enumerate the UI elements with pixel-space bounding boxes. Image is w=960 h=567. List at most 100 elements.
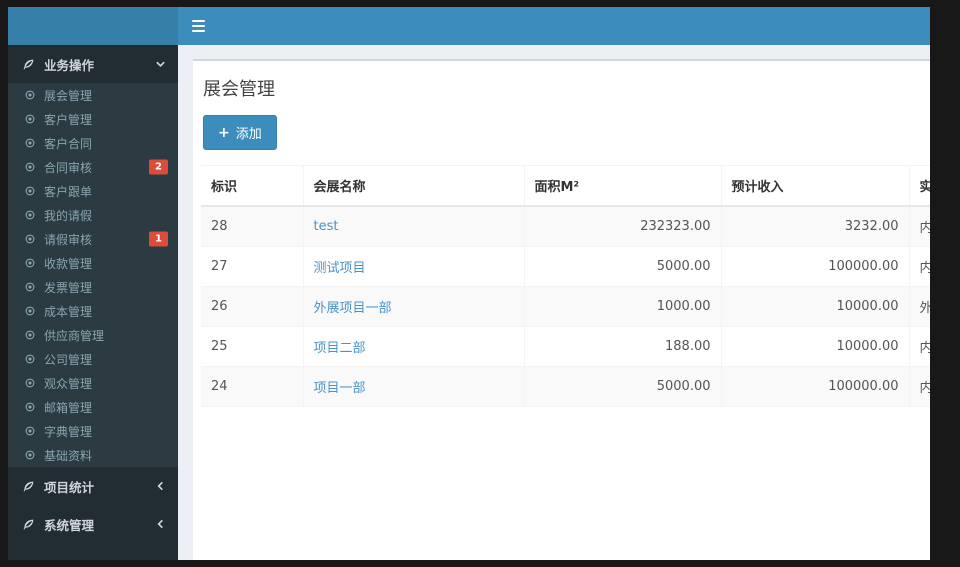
window-frame: 业务操作 展会管理 客户管理 客户合同 合同审核 2 客户跟单 我的请假 请假审… bbox=[0, 0, 960, 567]
cell-id: 28 bbox=[201, 206, 304, 247]
exhibition-link[interactable]: 测试项目 bbox=[314, 261, 366, 276]
dot-circle-icon bbox=[24, 353, 36, 365]
content-area: 展会管理 + 添加 标识 会展名称 面积M² 预计收入 实施部门 bbox=[178, 45, 930, 560]
sidebar-item-label: 收款管理 bbox=[44, 256, 93, 271]
column-header-income: 预计收入 bbox=[721, 165, 910, 207]
leaf-icon bbox=[22, 518, 35, 531]
dot-circle-icon bbox=[24, 257, 36, 269]
cell-income: 100000.00 bbox=[721, 246, 910, 287]
sidebar-item-exhibitions[interactable]: 展会管理 bbox=[8, 83, 178, 107]
table-row: 24 项目一部 5000.00 100000.00 内展项目 bbox=[201, 366, 930, 407]
sidebar-item-costs[interactable]: 成本管理 bbox=[8, 299, 178, 323]
notification-badge: 1 bbox=[149, 231, 168, 247]
cell-dept: 内展项目 bbox=[909, 246, 930, 287]
sidebar-item-label: 供应商管理 bbox=[44, 328, 105, 343]
sidebar-item-label: 我的请假 bbox=[44, 208, 93, 223]
dot-circle-icon bbox=[24, 281, 36, 293]
sidebar-item-companies[interactable]: 公司管理 bbox=[8, 347, 178, 371]
column-header-id: 标识 bbox=[201, 165, 304, 207]
add-button[interactable]: + 添加 bbox=[203, 115, 277, 150]
leaf-icon bbox=[22, 480, 35, 493]
sidebar-section-system-mgmt[interactable]: 系统管理 bbox=[8, 505, 178, 543]
chevron-left-icon bbox=[155, 519, 166, 530]
sidebar-item-label: 请假审核 bbox=[44, 232, 93, 247]
cell-id: 27 bbox=[201, 246, 304, 287]
sidebar-item-label: 邮箱管理 bbox=[44, 400, 93, 415]
sidebar-item-customers[interactable]: 客户管理 bbox=[8, 107, 178, 131]
sidebar-item-customer-orders[interactable]: 客户跟单 bbox=[8, 179, 178, 203]
cell-income: 100000.00 bbox=[721, 366, 910, 407]
cell-income: 10000.00 bbox=[721, 286, 910, 327]
cell-area: 232323.00 bbox=[524, 206, 722, 247]
dot-circle-icon bbox=[24, 233, 36, 245]
dot-circle-icon bbox=[24, 113, 36, 125]
dot-circle-icon bbox=[24, 449, 36, 461]
exhibition-link[interactable]: 外展项目一部 bbox=[314, 301, 392, 316]
app-screen: 业务操作 展会管理 客户管理 客户合同 合同审核 2 客户跟单 我的请假 请假审… bbox=[8, 7, 930, 560]
column-header-dept: 实施部门 bbox=[909, 165, 930, 207]
dot-circle-icon bbox=[24, 401, 36, 413]
sidebar-submenu: 展会管理 客户管理 客户合同 合同审核 2 客户跟单 我的请假 请假审核 1 收… bbox=[8, 83, 178, 467]
sidebar-section-business-ops[interactable]: 业务操作 bbox=[8, 45, 178, 83]
content-panel: 展会管理 + 添加 标识 会展名称 面积M² 预计收入 实施部门 bbox=[193, 59, 930, 560]
cell-id: 25 bbox=[201, 326, 304, 367]
sidebar-section-label: 项目统计 bbox=[44, 479, 95, 495]
exhibition-link[interactable]: 项目二部 bbox=[314, 341, 366, 356]
sidebar-item-contract-review[interactable]: 合同审核 2 bbox=[8, 155, 178, 179]
add-button-label: 添加 bbox=[235, 127, 262, 142]
sidebar-item-suppliers[interactable]: 供应商管理 bbox=[8, 323, 178, 347]
exhibition-link[interactable]: 项目一部 bbox=[314, 381, 366, 396]
sidebar-item-customer-contracts[interactable]: 客户合同 bbox=[8, 131, 178, 155]
dot-circle-icon bbox=[24, 161, 36, 173]
cell-area: 5000.00 bbox=[524, 366, 722, 407]
dot-circle-icon bbox=[24, 377, 36, 389]
sidebar-item-label: 发票管理 bbox=[44, 280, 93, 295]
cell-dept: 外展项目 bbox=[909, 286, 930, 327]
cell-area: 5000.00 bbox=[524, 246, 722, 287]
sidebar-section-label: 业务操作 bbox=[44, 57, 95, 73]
sidebar-item-label: 合同审核 bbox=[44, 160, 93, 175]
exhibition-link[interactable]: test bbox=[314, 219, 339, 234]
cell-area: 1000.00 bbox=[524, 286, 722, 327]
sidebar-item-label: 客户跟单 bbox=[44, 184, 93, 199]
cell-income: 3232.00 bbox=[721, 206, 910, 247]
column-header-area: 面积M² bbox=[524, 165, 722, 207]
sidebar-item-label: 成本管理 bbox=[44, 304, 93, 319]
sidebar-item-label: 基础资料 bbox=[44, 448, 93, 463]
sidebar-item-payments[interactable]: 收款管理 bbox=[8, 251, 178, 275]
plus-icon: + bbox=[218, 124, 230, 141]
chevron-left-icon bbox=[155, 481, 166, 492]
dot-circle-icon bbox=[24, 89, 36, 101]
hamburger-icon[interactable] bbox=[190, 18, 208, 34]
dot-circle-icon bbox=[24, 305, 36, 317]
dot-circle-icon bbox=[24, 185, 36, 197]
cell-area: 188.00 bbox=[524, 326, 722, 367]
navbar bbox=[178, 7, 930, 45]
sidebar-item-mailbox[interactable]: 邮箱管理 bbox=[8, 395, 178, 419]
sidebar-item-basic-data[interactable]: 基础资料 bbox=[8, 443, 178, 467]
notification-badge: 2 bbox=[149, 159, 168, 175]
column-header-name: 会展名称 bbox=[303, 165, 525, 207]
table-row: 27 测试项目 5000.00 100000.00 内展项目 bbox=[201, 246, 930, 287]
sidebar-item-dictionary[interactable]: 字典管理 bbox=[8, 419, 178, 443]
sidebar-item-invoices[interactable]: 发票管理 bbox=[8, 275, 178, 299]
sidebar-item-label: 字典管理 bbox=[44, 424, 93, 439]
cell-id: 24 bbox=[201, 366, 304, 407]
dot-circle-icon bbox=[24, 137, 36, 149]
cell-income: 10000.00 bbox=[721, 326, 910, 367]
sidebar-section-project-stats[interactable]: 项目统计 bbox=[8, 467, 178, 505]
table-row: 26 外展项目一部 1000.00 10000.00 外展项目 bbox=[201, 286, 930, 327]
cell-id: 26 bbox=[201, 286, 304, 327]
chevron-down-icon bbox=[155, 59, 166, 70]
sidebar-item-leave-review[interactable]: 请假审核 1 bbox=[8, 227, 178, 251]
sidebar: 业务操作 展会管理 客户管理 客户合同 合同审核 2 客户跟单 我的请假 请假审… bbox=[8, 45, 178, 560]
sidebar-item-my-leave[interactable]: 我的请假 bbox=[8, 203, 178, 227]
cell-dept: 内展项目 bbox=[909, 366, 930, 407]
top-navbar bbox=[8, 7, 930, 45]
table-row: 25 项目二部 188.00 10000.00 内展项目 bbox=[201, 326, 930, 367]
sidebar-item-label: 客户管理 bbox=[44, 112, 93, 127]
sidebar-item-audience[interactable]: 观众管理 bbox=[8, 371, 178, 395]
table-header-row: 标识 会展名称 面积M² 预计收入 实施部门 bbox=[201, 165, 930, 207]
page-title: 展会管理 bbox=[203, 79, 275, 100]
sidebar-section-label: 系统管理 bbox=[44, 517, 95, 533]
